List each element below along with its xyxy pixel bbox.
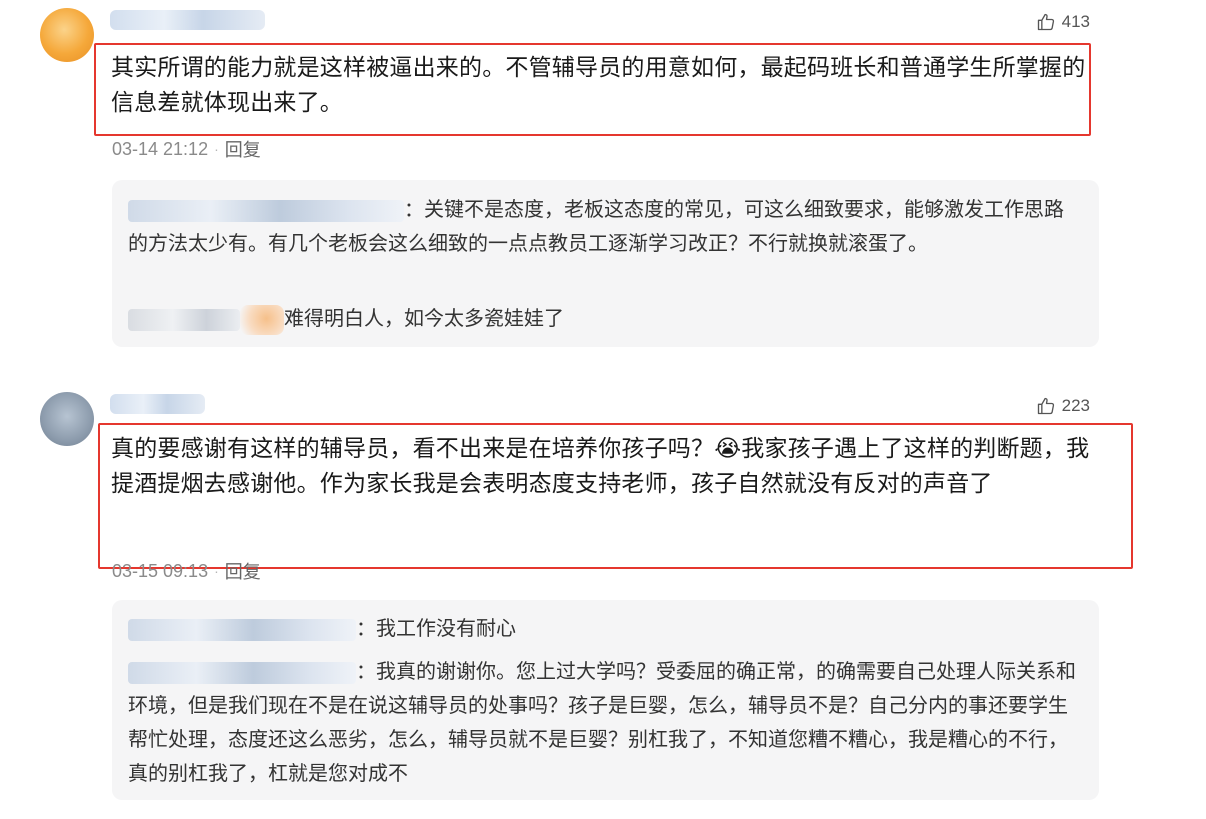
avatar[interactable] [40,8,94,62]
reply-item: 难得明白人，如今太多瓷娃娃了 [128,301,1078,335]
comment-meta: 03-15 09:13 · 回复 [112,558,261,584]
username-blurred[interactable] [110,394,205,414]
username-blurred[interactable] [110,10,265,30]
thumbs-up-icon [1037,13,1054,31]
reply-username-blurred[interactable] [128,308,240,331]
like-button[interactable]: 223 [1036,396,1090,416]
comment-date: 03-15 09:13 [112,560,209,581]
comment-date: 03-14 21:12 [112,138,209,159]
reply-username-blurred[interactable] [128,661,356,684]
comment-meta: 03-14 21:12 · 回复 [112,136,261,162]
reply-thread: ：关键不是态度，老板这态度的常见，可这么细致要求，能够激发工作思路的方法太少有。… [112,180,1099,347]
reply-thread: ：我工作没有耐心 ：我真的谢谢你。您上过大学吗？受委屈的确正常，的确需要自己处理… [112,600,1099,800]
avatar[interactable] [40,392,94,446]
reply-username-blurred[interactable] [128,199,404,222]
thumbs-up-icon [1037,397,1054,415]
emoji-icon [240,304,284,335]
comment-text: 其实所谓的能力就是这样被逼出来的。不管辅导员的用意如何，最起码班长和普通学生所掌… [111,55,1086,116]
like-count: 223 [1061,396,1090,415]
like-button[interactable]: 413 [1036,12,1090,32]
reply-item: ：关键不是态度，老板这态度的常见，可这么细致要求，能够激发工作思路的方法太少有。… [128,197,1064,255]
reply-button[interactable]: 回复 [225,136,261,162]
comment-text: 真的要感谢有这样的辅导员，看不出来是在培养你孩子吗？😭我家孩子遇上了这样的判断题… [111,436,1090,497]
like-count: 413 [1061,12,1090,31]
reply-item: ：我工作没有耐心 [128,611,1078,645]
reply-text: 我工作没有耐心 [376,616,516,640]
reply-item: ：我真的谢谢你。您上过大学吗？受委屈的确正常，的确需要自己处理人际关系和环境，但… [128,659,1076,785]
reply-username-blurred[interactable] [128,618,356,641]
crying-emoji: 😭 [714,436,742,462]
reply-text: 难得明白人，如今太多瓷娃娃了 [284,306,564,330]
reply-button[interactable]: 回复 [225,558,261,584]
